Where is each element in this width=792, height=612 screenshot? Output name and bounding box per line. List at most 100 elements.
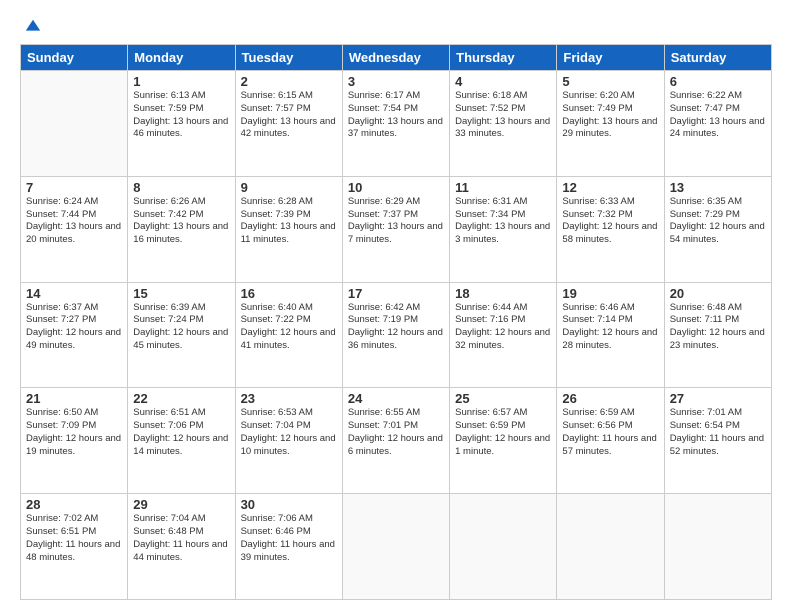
day-number: 21 (26, 391, 122, 406)
day-info: Sunrise: 6:28 AMSunset: 7:39 PMDaylight:… (241, 196, 337, 247)
header-wednesday: Wednesday (342, 45, 449, 71)
day-number: 17 (348, 286, 444, 301)
day-info: Sunrise: 6:50 AMSunset: 7:09 PMDaylight:… (26, 407, 122, 458)
calendar-cell: 6Sunrise: 6:22 AMSunset: 7:47 PMDaylight… (664, 71, 771, 177)
day-info: Sunrise: 6:48 AMSunset: 7:11 PMDaylight:… (670, 302, 766, 353)
header (20, 18, 772, 36)
calendar-cell: 26Sunrise: 6:59 AMSunset: 6:56 PMDayligh… (557, 388, 664, 494)
day-number: 20 (670, 286, 766, 301)
day-info: Sunrise: 7:06 AMSunset: 6:46 PMDaylight:… (241, 513, 337, 564)
calendar-cell: 29Sunrise: 7:04 AMSunset: 6:48 PMDayligh… (128, 494, 235, 600)
day-info: Sunrise: 6:53 AMSunset: 7:04 PMDaylight:… (241, 407, 337, 458)
week-row-4: 28Sunrise: 7:02 AMSunset: 6:51 PMDayligh… (21, 494, 772, 600)
day-info: Sunrise: 6:44 AMSunset: 7:16 PMDaylight:… (455, 302, 551, 353)
calendar-cell: 17Sunrise: 6:42 AMSunset: 7:19 PMDayligh… (342, 282, 449, 388)
day-number: 18 (455, 286, 551, 301)
day-number: 13 (670, 180, 766, 195)
day-info: Sunrise: 6:59 AMSunset: 6:56 PMDaylight:… (562, 407, 658, 458)
page: SundayMondayTuesdayWednesdayThursdayFrid… (0, 0, 792, 612)
header-sunday: Sunday (21, 45, 128, 71)
day-number: 27 (670, 391, 766, 406)
header-tuesday: Tuesday (235, 45, 342, 71)
day-info: Sunrise: 6:31 AMSunset: 7:34 PMDaylight:… (455, 196, 551, 247)
calendar-cell: 28Sunrise: 7:02 AMSunset: 6:51 PMDayligh… (21, 494, 128, 600)
day-number: 8 (133, 180, 229, 195)
calendar-cell (664, 494, 771, 600)
calendar-cell (21, 71, 128, 177)
day-number: 14 (26, 286, 122, 301)
week-row-3: 21Sunrise: 6:50 AMSunset: 7:09 PMDayligh… (21, 388, 772, 494)
calendar-cell: 25Sunrise: 6:57 AMSunset: 6:59 PMDayligh… (450, 388, 557, 494)
calendar-cell: 13Sunrise: 6:35 AMSunset: 7:29 PMDayligh… (664, 176, 771, 282)
calendar-cell (342, 494, 449, 600)
calendar-header-row: SundayMondayTuesdayWednesdayThursdayFrid… (21, 45, 772, 71)
day-number: 4 (455, 74, 551, 89)
day-number: 30 (241, 497, 337, 512)
day-info: Sunrise: 6:29 AMSunset: 7:37 PMDaylight:… (348, 196, 444, 247)
calendar-cell: 14Sunrise: 6:37 AMSunset: 7:27 PMDayligh… (21, 282, 128, 388)
day-number: 15 (133, 286, 229, 301)
calendar-cell: 4Sunrise: 6:18 AMSunset: 7:52 PMDaylight… (450, 71, 557, 177)
day-number: 9 (241, 180, 337, 195)
day-number: 28 (26, 497, 122, 512)
logo-icon (24, 18, 42, 36)
day-info: Sunrise: 6:13 AMSunset: 7:59 PMDaylight:… (133, 90, 229, 141)
day-number: 24 (348, 391, 444, 406)
day-info: Sunrise: 6:26 AMSunset: 7:42 PMDaylight:… (133, 196, 229, 247)
day-info: Sunrise: 7:04 AMSunset: 6:48 PMDaylight:… (133, 513, 229, 564)
day-number: 11 (455, 180, 551, 195)
day-info: Sunrise: 6:15 AMSunset: 7:57 PMDaylight:… (241, 90, 337, 141)
calendar-cell: 16Sunrise: 6:40 AMSunset: 7:22 PMDayligh… (235, 282, 342, 388)
calendar-cell: 1Sunrise: 6:13 AMSunset: 7:59 PMDaylight… (128, 71, 235, 177)
header-friday: Friday (557, 45, 664, 71)
day-info: Sunrise: 6:18 AMSunset: 7:52 PMDaylight:… (455, 90, 551, 141)
calendar-cell: 3Sunrise: 6:17 AMSunset: 7:54 PMDaylight… (342, 71, 449, 177)
day-info: Sunrise: 6:33 AMSunset: 7:32 PMDaylight:… (562, 196, 658, 247)
calendar-cell: 15Sunrise: 6:39 AMSunset: 7:24 PMDayligh… (128, 282, 235, 388)
day-info: Sunrise: 7:02 AMSunset: 6:51 PMDaylight:… (26, 513, 122, 564)
calendar-cell (450, 494, 557, 600)
day-info: Sunrise: 6:35 AMSunset: 7:29 PMDaylight:… (670, 196, 766, 247)
calendar-cell: 2Sunrise: 6:15 AMSunset: 7:57 PMDaylight… (235, 71, 342, 177)
day-info: Sunrise: 6:20 AMSunset: 7:49 PMDaylight:… (562, 90, 658, 141)
day-number: 7 (26, 180, 122, 195)
calendar-cell: 11Sunrise: 6:31 AMSunset: 7:34 PMDayligh… (450, 176, 557, 282)
calendar-cell: 23Sunrise: 6:53 AMSunset: 7:04 PMDayligh… (235, 388, 342, 494)
calendar-cell: 27Sunrise: 7:01 AMSunset: 6:54 PMDayligh… (664, 388, 771, 494)
day-number: 3 (348, 74, 444, 89)
header-saturday: Saturday (664, 45, 771, 71)
header-monday: Monday (128, 45, 235, 71)
calendar-cell: 10Sunrise: 6:29 AMSunset: 7:37 PMDayligh… (342, 176, 449, 282)
day-number: 16 (241, 286, 337, 301)
day-number: 5 (562, 74, 658, 89)
week-row-2: 14Sunrise: 6:37 AMSunset: 7:27 PMDayligh… (21, 282, 772, 388)
logo (20, 18, 42, 36)
day-info: Sunrise: 7:01 AMSunset: 6:54 PMDaylight:… (670, 407, 766, 458)
calendar-cell: 12Sunrise: 6:33 AMSunset: 7:32 PMDayligh… (557, 176, 664, 282)
calendar-cell: 30Sunrise: 7:06 AMSunset: 6:46 PMDayligh… (235, 494, 342, 600)
calendar-cell: 5Sunrise: 6:20 AMSunset: 7:49 PMDaylight… (557, 71, 664, 177)
day-number: 23 (241, 391, 337, 406)
week-row-1: 7Sunrise: 6:24 AMSunset: 7:44 PMDaylight… (21, 176, 772, 282)
calendar: SundayMondayTuesdayWednesdayThursdayFrid… (20, 44, 772, 600)
calendar-cell: 19Sunrise: 6:46 AMSunset: 7:14 PMDayligh… (557, 282, 664, 388)
day-number: 2 (241, 74, 337, 89)
day-number: 12 (562, 180, 658, 195)
calendar-cell: 7Sunrise: 6:24 AMSunset: 7:44 PMDaylight… (21, 176, 128, 282)
day-number: 6 (670, 74, 766, 89)
day-info: Sunrise: 6:57 AMSunset: 6:59 PMDaylight:… (455, 407, 551, 458)
calendar-cell: 22Sunrise: 6:51 AMSunset: 7:06 PMDayligh… (128, 388, 235, 494)
calendar-cell: 20Sunrise: 6:48 AMSunset: 7:11 PMDayligh… (664, 282, 771, 388)
calendar-cell: 9Sunrise: 6:28 AMSunset: 7:39 PMDaylight… (235, 176, 342, 282)
day-number: 25 (455, 391, 551, 406)
day-number: 29 (133, 497, 229, 512)
day-info: Sunrise: 6:42 AMSunset: 7:19 PMDaylight:… (348, 302, 444, 353)
day-info: Sunrise: 6:51 AMSunset: 7:06 PMDaylight:… (133, 407, 229, 458)
day-info: Sunrise: 6:40 AMSunset: 7:22 PMDaylight:… (241, 302, 337, 353)
day-number: 19 (562, 286, 658, 301)
day-number: 10 (348, 180, 444, 195)
week-row-0: 1Sunrise: 6:13 AMSunset: 7:59 PMDaylight… (21, 71, 772, 177)
calendar-cell (557, 494, 664, 600)
day-number: 26 (562, 391, 658, 406)
day-info: Sunrise: 6:46 AMSunset: 7:14 PMDaylight:… (562, 302, 658, 353)
